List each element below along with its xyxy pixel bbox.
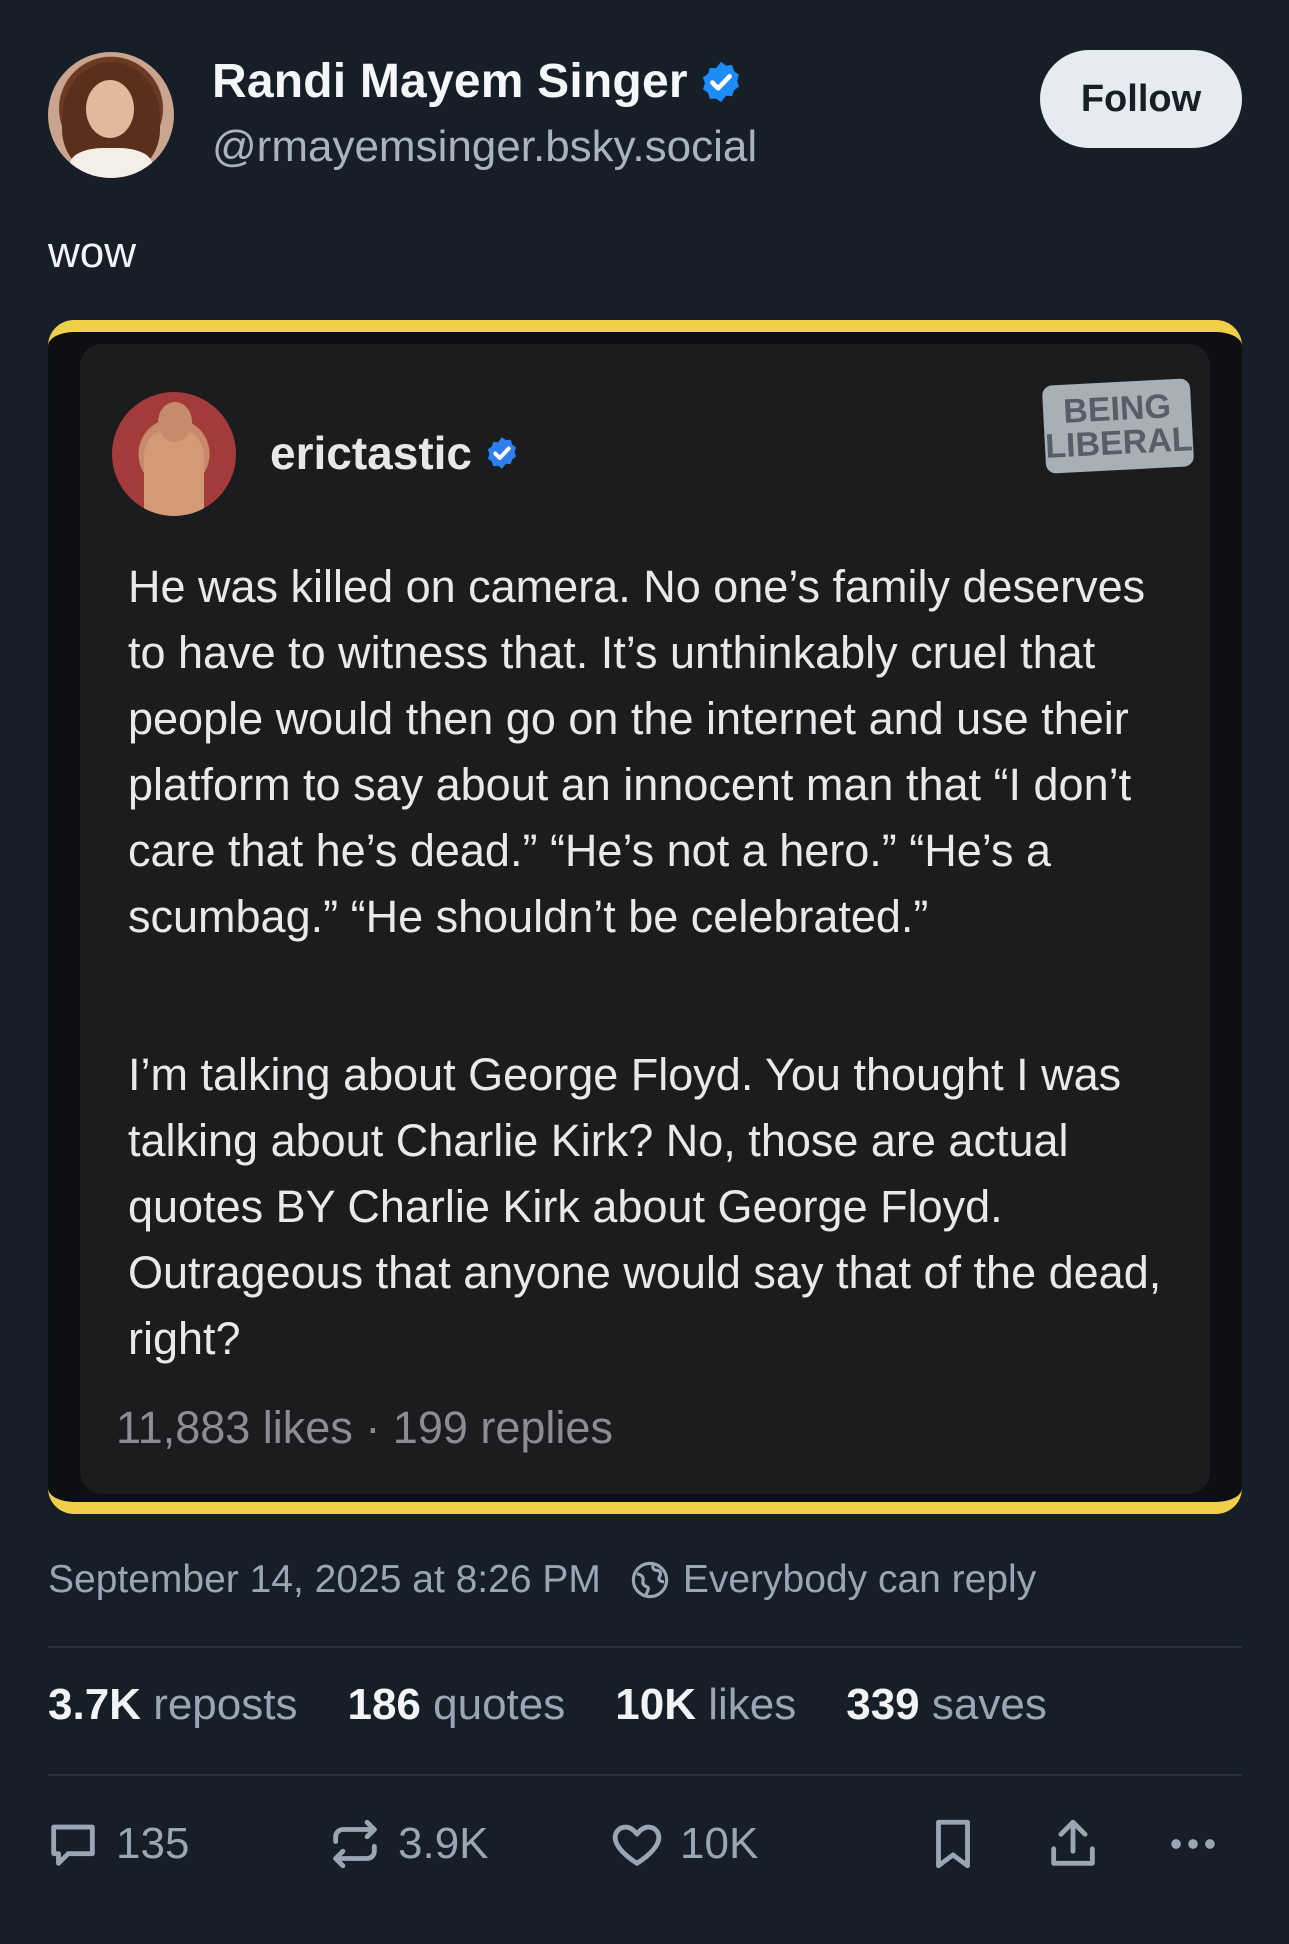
share-icon [1051, 1819, 1095, 1866]
embedded-paragraph-1: He was killed on camera. No one’s family… [128, 561, 1146, 942]
verified-badge-icon [702, 61, 739, 102]
embedded-paragraph-2: I’m talking about George Floyd. You thou… [128, 1049, 1162, 1364]
embedded-verified-icon [487, 437, 517, 469]
count-number: 10K [615, 1680, 696, 1729]
repost-count: 3.9K [398, 1819, 489, 1868]
more-icon [1171, 1839, 1215, 1849]
count-number: 3.7K [48, 1680, 141, 1729]
divider [48, 1774, 1242, 1776]
post-text: wow [48, 228, 137, 277]
post-meta: September 14, 2025 at 8:26 PM Everybody … [48, 1558, 1036, 1602]
action-bar: 135 3.9K 10K [44, 1815, 1244, 1879]
repost-button[interactable]: 3.9K [326, 1815, 489, 1873]
count-number: 186 [347, 1680, 421, 1729]
embedded-stats: 11,883 likes · 199 replies [116, 1402, 613, 1453]
divider [48, 1646, 1242, 1648]
follow-button[interactable]: Follow [1040, 50, 1242, 148]
embedded-author-name: erictastic [270, 427, 473, 479]
being-liberal-watermark: BEING LIBERAL [1041, 378, 1195, 474]
reply-icon [51, 1824, 95, 1866]
embedded-post-card: erictastic BEING LIBERAL He was killed o… [80, 344, 1210, 1494]
saves-count[interactable]: 339 saves [846, 1680, 1047, 1730]
post-header: Randi Mayem Singer @rmayemsinger.bsky.so… [48, 50, 1242, 180]
like-button[interactable]: 10K [608, 1815, 758, 1873]
reposts-count[interactable]: 3.7K reposts [48, 1680, 297, 1730]
reply-count: 135 [116, 1819, 190, 1868]
embedded-author-row: erictastic [270, 426, 520, 480]
embedded-author-avatar [112, 392, 236, 516]
count-label: likes [708, 1680, 797, 1729]
author-handle[interactable]: @rmayemsinger.bsky.social [212, 122, 757, 172]
globe-icon [631, 1561, 669, 1599]
embedded-image[interactable]: erictastic BEING LIBERAL He was killed o… [48, 320, 1242, 1514]
engagement-counts: 3.7K reposts 186 quotes 10K likes 339 sa… [48, 1680, 1097, 1730]
more-options-button[interactable] [1164, 1815, 1236, 1873]
author-name[interactable]: Randi Mayem Singer [212, 54, 688, 109]
count-label: quotes [433, 1680, 566, 1729]
bookmark-button[interactable] [924, 1815, 996, 1873]
like-icon [612, 1824, 662, 1866]
reply-button[interactable]: 135 [44, 1815, 189, 1873]
share-button[interactable] [1044, 1815, 1116, 1873]
count-label: reposts [153, 1680, 298, 1729]
post-timestamp: September 14, 2025 at 8:26 PM [48, 1558, 601, 1601]
repost-icon [333, 1819, 377, 1869]
reply-setting[interactable]: Everybody can reply [683, 1558, 1036, 1602]
bookmark-icon [936, 1819, 970, 1869]
count-label: saves [931, 1680, 1047, 1729]
author-name-row: Randi Mayem Singer [212, 54, 744, 109]
watermark-line-2: LIBERAL [1044, 420, 1194, 466]
count-number: 339 [846, 1680, 920, 1729]
quotes-count[interactable]: 186 quotes [347, 1680, 565, 1730]
likes-count[interactable]: 10K likes [615, 1680, 796, 1730]
author-avatar[interactable] [48, 52, 174, 178]
like-count: 10K [680, 1819, 759, 1868]
